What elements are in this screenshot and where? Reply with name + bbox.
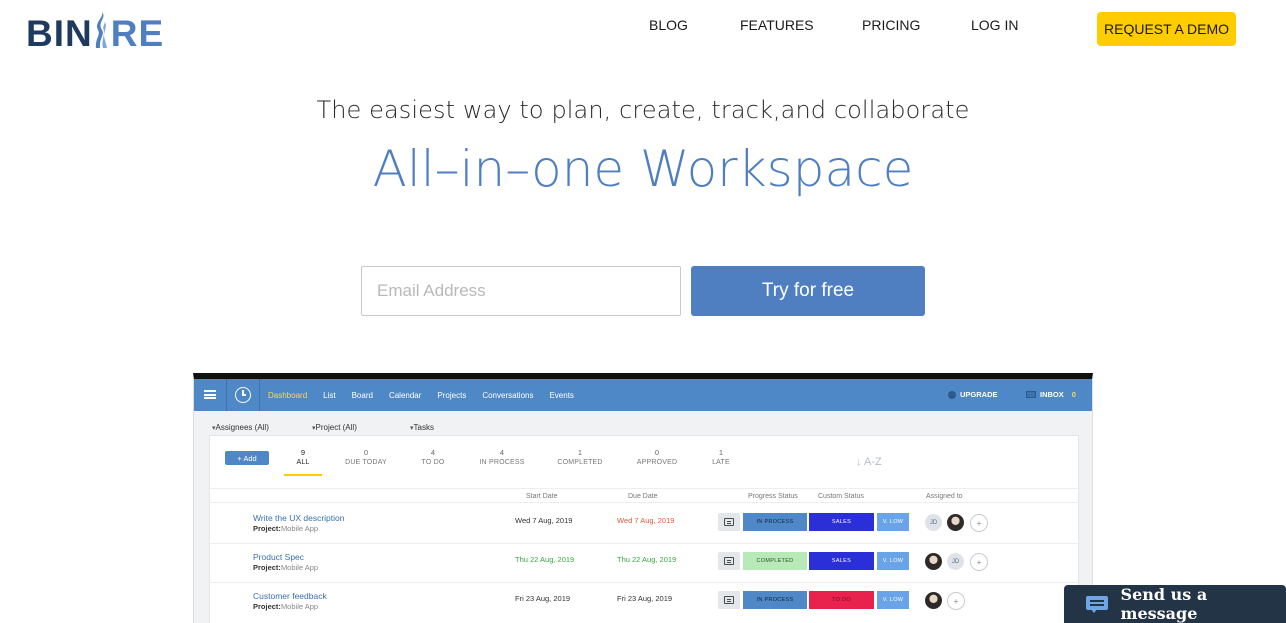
chat-widget[interactable]: Send us a message <box>1064 585 1286 623</box>
col-progress-status: Progress Status <box>748 493 798 500</box>
stat-all: 9 ALL <box>296 448 310 466</box>
avatar-photo <box>925 592 942 609</box>
app-nav-projects: Projects <box>437 390 467 400</box>
progress-status-badge: IN PROCESS <box>743 513 807 531</box>
app-nav-dashboard: Dashboard <box>268 390 308 400</box>
add-assignee-icon: + <box>970 514 988 532</box>
add-assignee-icon: + <box>947 592 965 610</box>
progress-status-badge: IN PROCESS <box>743 591 807 609</box>
stat-in-process: 4 IN PROCESS <box>479 448 525 466</box>
priority-badge: V. LOW <box>877 552 909 570</box>
inbox-link: INBOX 0 <box>1026 390 1076 399</box>
comment-icon <box>718 591 740 609</box>
clock-icon <box>235 387 251 403</box>
stat-to-do: 4 TO DO <box>421 448 445 466</box>
task-row: Customer feedback Project:Mobile App Fri… <box>210 583 1078 621</box>
col-assigned-to: Assigned to <box>926 493 963 500</box>
avatar: JD <box>947 553 964 570</box>
avatar-photo <box>947 514 964 531</box>
nav-log-in[interactable]: LOG IN <box>971 17 1018 33</box>
nav-blog[interactable]: BLOG <box>649 17 688 33</box>
filter-tasks: Tasks <box>410 423 434 432</box>
priority-badge: V. LOW <box>877 513 909 531</box>
task-due-date: Thu 22 Aug, 2019 <box>617 555 677 564</box>
task-project: Project:Mobile App <box>253 602 319 611</box>
upgrade-label: UPGRADE <box>960 390 998 399</box>
upgrade-icon <box>948 390 956 399</box>
nav-pricing[interactable]: PRICING <box>862 17 920 33</box>
custom-status-badge: SALES <box>809 552 874 570</box>
custom-status-badge: SALES <box>809 513 874 531</box>
avatar-photo <box>925 553 942 570</box>
progress-status-badge: COMPLETED <box>743 552 807 570</box>
add-task-button: + Add <box>225 451 269 465</box>
inbox-icon <box>1026 391 1036 398</box>
task-name: Customer feedback <box>253 591 327 601</box>
hero-tagline: The easiest way to plan, create, track,a… <box>316 96 970 124</box>
filter-bar: Assignees (All) Project (All) Tasks <box>194 417 1092 435</box>
stat-due-today: 0 DUE TODAY <box>345 448 387 466</box>
flame-icon <box>95 12 107 48</box>
app-top-bar: Dashboard List Board Calendar Projects C… <box>194 379 1092 411</box>
inbox-count: 0 <box>1071 390 1076 399</box>
logo-text-left: BIN <box>26 13 93 54</box>
app-nav-events: Events <box>549 390 574 400</box>
stat-approved: 0 APPROVED <box>636 448 678 466</box>
col-custom-status: Custom Status <box>818 493 864 500</box>
task-row: Write the UX description Project:Mobile … <box>210 505 1078 543</box>
filter-assignees: Assignees (All) <box>212 423 269 432</box>
hero-headline: All–in–one Workspace <box>372 140 914 198</box>
add-assignee-icon: + <box>970 553 988 571</box>
task-start-date: Thu 22 Aug, 2019 <box>515 555 575 564</box>
avatar: JD <box>925 514 942 531</box>
inbox-label: INBOX <box>1040 390 1064 399</box>
comment-icon <box>718 552 740 570</box>
task-name: Product Spec <box>253 552 305 562</box>
chat-bubble-icon <box>1086 595 1108 613</box>
active-stat-underline <box>284 474 322 476</box>
app-preview-screenshot: Dashboard List Board Calendar Projects C… <box>193 373 1093 623</box>
menu-icon <box>204 390 216 399</box>
request-demo-button[interactable]: REQUEST A DEMO <box>1097 12 1236 46</box>
logo-text-right: RE <box>110 13 165 54</box>
chat-widget-label: Send us a message <box>1120 585 1208 623</box>
task-due-date: Wed 7 Aug, 2019 <box>617 516 675 525</box>
col-start-date: Start Date <box>526 493 558 500</box>
comment-icon <box>718 513 740 531</box>
stat-completed: 1 COMPLETED <box>557 448 603 466</box>
task-project: Project:Mobile App <box>253 563 319 572</box>
col-due-date: Due Date <box>628 493 658 500</box>
upgrade-link: UPGRADE <box>948 390 998 399</box>
custom-status-badge: TO DO <box>809 591 874 609</box>
app-nav-list: List <box>323 390 336 400</box>
task-due-date: Fri 23 Aug, 2019 <box>617 594 673 603</box>
app-nav-conversations: Conversations <box>482 390 534 400</box>
filter-project: Project (All) <box>312 423 357 432</box>
task-start-date: Wed 7 Aug, 2019 <box>515 516 573 525</box>
task-project: Project:Mobile App <box>253 524 319 533</box>
app-nav: Dashboard List Board Calendar Projects C… <box>268 379 590 411</box>
try-for-free-button[interactable]: Try for free <box>691 266 925 316</box>
task-name: Write the UX description <box>253 513 345 523</box>
app-nav-calendar: Calendar <box>388 390 422 400</box>
task-start-date: Fri 23 Aug, 2019 <box>515 594 571 603</box>
nav-features[interactable]: FEATURES <box>740 17 814 33</box>
email-input[interactable] <box>361 266 681 316</box>
stat-late: 1 LATE <box>712 448 730 466</box>
priority-badge: V. LOW <box>877 591 909 609</box>
app-nav-board: Board <box>351 390 373 400</box>
binfire-logo[interactable]: BIN RE <box>26 8 164 52</box>
task-row: Product Spec Project:Mobile App Thu 22 A… <box>210 544 1078 582</box>
sort-az: ↓ A-Z <box>856 456 882 468</box>
task-panel: + Add 9 ALL 0 DUE TODAY 4 TO DO 4 IN PRO… <box>209 435 1079 623</box>
